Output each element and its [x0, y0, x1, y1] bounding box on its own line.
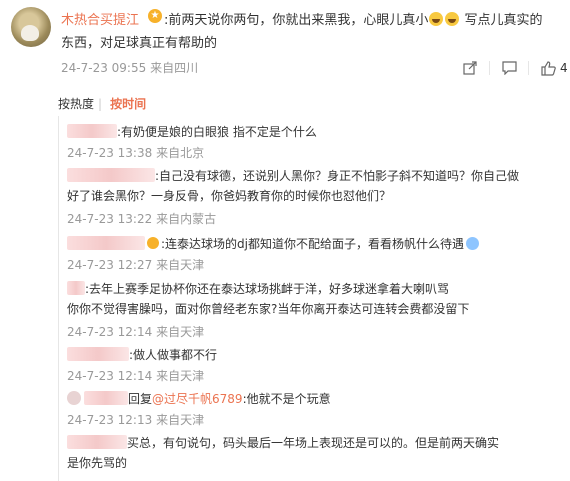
reply-meta: 24-7-23 13:22 来自内蒙古 [67, 210, 216, 227]
divider [528, 61, 529, 75]
reply-meta: 24-7-23 13:38 来自北京 [67, 144, 204, 161]
reply-meta: 24-7-23 12:13 来自天津 [67, 411, 204, 428]
reply-text-line1: :去年上赛季足协杯你还在泰达球场挑衅于洋，好多球迷拿着大喇叭骂 [85, 282, 450, 296]
reply-time: 24-7-23 13:38 [67, 146, 153, 160]
reply-item: :自己没有球德，还说别人黑你？身正不怕影子斜不知道吗？你自己做 好了谁会黑你？一… [59, 166, 564, 232]
share-icon[interactable] [462, 60, 478, 76]
reply-list: :有奶便是娘的白眼狼 指不定是个什么 24-7-23 13:38 来自北京 :自… [58, 116, 570, 481]
reply-text: :连泰达球场的dj都知道你不配给面子，看看杨帆什么待遇 [161, 237, 464, 251]
reply-time: 24-7-23 13:22 [67, 212, 153, 226]
masked-username[interactable] [84, 391, 128, 405]
divider [489, 61, 490, 75]
comment-actions: 4 [462, 59, 568, 77]
masked-username[interactable] [67, 435, 127, 449]
like-count: 4 [560, 61, 568, 75]
comment-text-line1-end: 写点儿真实的 [460, 13, 543, 28]
reply-text-line2: 你你不觉得害臊吗，面对你曾经老东家?当年你离开泰达可连转会费都没留下 [67, 302, 470, 316]
reply-location: 来自内蒙古 [156, 212, 217, 226]
reply-location: 来自天津 [156, 325, 205, 339]
sort-by-hot[interactable]: 按热度 [58, 97, 94, 111]
reply-meta: 24-7-23 12:14 来自天津 [67, 323, 204, 340]
reply-meta: 24-7-23 12:14 来自天津 [67, 367, 204, 384]
reply-location: 来自天津 [156, 369, 205, 383]
like-icon[interactable] [540, 60, 556, 76]
reply-time: 24-7-23 12:13 [67, 413, 153, 427]
masked-username[interactable] [67, 347, 129, 361]
divider: | [98, 97, 103, 111]
sort-bar: 按热度 | 按时间 [58, 95, 146, 112]
reply-item: :去年上赛季足协杯你还在泰达球场挑衅于洋，好多球迷拿着大喇叭骂 你你不觉得害臊吗… [59, 279, 564, 345]
masked-username[interactable] [67, 124, 117, 138]
avatar[interactable] [11, 7, 51, 47]
reply-prefix: 回复 [128, 392, 153, 406]
comment-text-line2: 东西，对足球真正有帮助的 [61, 36, 218, 51]
reply-item: :做人做事都不行 24-7-23 12:14 来自天津 [59, 345, 564, 389]
comment-author[interactable]: 木热合买提江 [61, 9, 139, 28]
main-comment: :前两天说你两句，你就出来黑我，心眼儿真小 写点儿真实的 东西，对足球真正有帮助… [0, 0, 570, 90]
masked-username[interactable] [67, 168, 155, 182]
vip-badge-icon: ★ [148, 9, 162, 23]
reply-text: :他就不是个玩意 [242, 392, 331, 406]
comment-text-line1: :前两天说你两句，你就出来黑我，心眼儿真小 [164, 13, 429, 28]
reply-text-line1: 买总，有句说句，码头最后一年场上表现还是可以的。但是前两天确实 [127, 436, 500, 450]
reply-time: 24-7-23 12:27 [67, 258, 153, 272]
masked-avatar[interactable] [67, 391, 81, 405]
sort-by-time[interactable]: 按时间 [110, 97, 146, 111]
mention-link[interactable]: @过尽千帆6789 [152, 392, 243, 406]
reply-location: 来自天津 [156, 413, 205, 427]
reply-item: :连泰达球场的dj都知道你不配给面子，看看杨帆什么待遇 24-7-23 12:2… [59, 234, 564, 280]
reply-item: 回复@过尽千帆6789:他就不是个玩意 24-7-23 12:13 来自天津 [59, 389, 564, 433]
comment-time: 24-7-23 09:55 [61, 61, 147, 75]
reply-item: 买总，有句说句，码头最后一年场上表现还是可以的。但是前两天确实 是你先骂的 [59, 433, 564, 479]
comment-meta: 24-7-23 09:55 来自四川 [61, 59, 198, 76]
reply-item: :有奶便是娘的白眼狼 指不定是个什么 24-7-23 13:38 来自北京 [59, 122, 564, 166]
reply-location: 来自北京 [156, 146, 205, 160]
laugh-emoji-icon [429, 12, 444, 26]
reply-text: :有奶便是娘的白眼狼 指不定是个什么 [117, 125, 317, 139]
reply-time: 24-7-23 12:14 [67, 325, 153, 339]
sweat-emoji-icon [466, 237, 479, 250]
comment-location: 来自四川 [150, 61, 199, 75]
reply-location: 来自天津 [156, 258, 205, 272]
masked-username[interactable] [67, 236, 145, 250]
laugh-emoji-icon [445, 12, 460, 26]
comment-icon[interactable] [501, 60, 517, 76]
reply-text: :做人做事都不行 [129, 348, 218, 362]
reply-text-line1: :自己没有球德，还说别人黑你？身正不怕影子斜不知道吗？你自己做 [155, 169, 520, 183]
reply-meta: 24-7-23 12:27 来自天津 [67, 256, 204, 273]
masked-username[interactable] [67, 281, 85, 295]
vip-badge-icon [147, 237, 159, 249]
reply-text-line2: 是你先骂的 [67, 456, 128, 470]
reply-text-line2: 好了谁会黑你？一身反骨，你爸妈教育你的时候你也怼他们？ [67, 189, 392, 203]
reply-time: 24-7-23 12:14 [67, 369, 153, 383]
